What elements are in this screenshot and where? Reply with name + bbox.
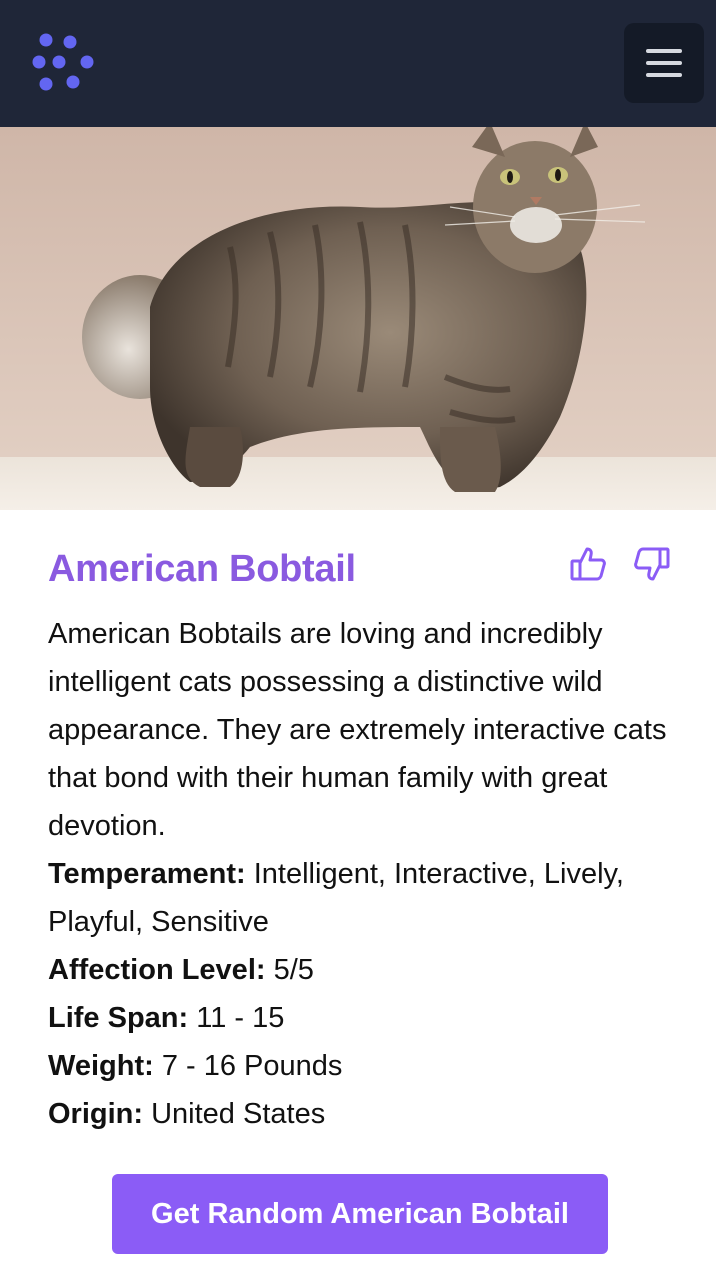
lifespan-label: Life Span: [48,1002,189,1034]
title-row: American Bobtail [48,510,672,610]
breed-image [0,127,716,510]
temperament-row: Temperament: Intelligent, Interactive, L… [48,850,672,946]
weight-label: Weight: [48,1050,154,1082]
affection-label: Affection Level: [48,954,266,986]
thumbs-down-icon [634,547,670,581]
affection-value: 5/5 [265,954,314,986]
thumbs-down-button[interactable] [632,544,672,584]
thumbs-up-icon [570,547,606,581]
thumbs-up-button[interactable] [568,544,608,584]
breed-title: American Bobtail [48,548,356,590]
navbar [0,0,716,127]
logo-icon[interactable] [30,32,98,94]
origin-value: United States [143,1098,326,1130]
temperament-label: Temperament: [48,858,246,890]
menu-bar [646,49,682,53]
origin-label: Origin: [48,1098,144,1130]
weight-row: Weight: 7 - 16 Pounds [48,1042,672,1090]
lifespan-value: 11 - 15 [188,1002,285,1034]
menu-bar [646,73,682,77]
lifespan-row: Life Span: 11 - 15 [48,994,672,1042]
origin-row: Origin: United States [48,1090,672,1138]
menu-bar [646,61,682,65]
weight-value: 7 - 16 Pounds [153,1050,343,1082]
affection-row: Affection Level: 5/5 [48,946,672,994]
breed-card: American Bobtail American Bobtails are l… [48,510,672,1138]
breed-description: American Bobtails are loving and incredi… [48,618,667,842]
hamburger-menu-button[interactable] [624,23,704,103]
get-random-breed-button[interactable]: Get Random American Bobtail [112,1174,608,1254]
